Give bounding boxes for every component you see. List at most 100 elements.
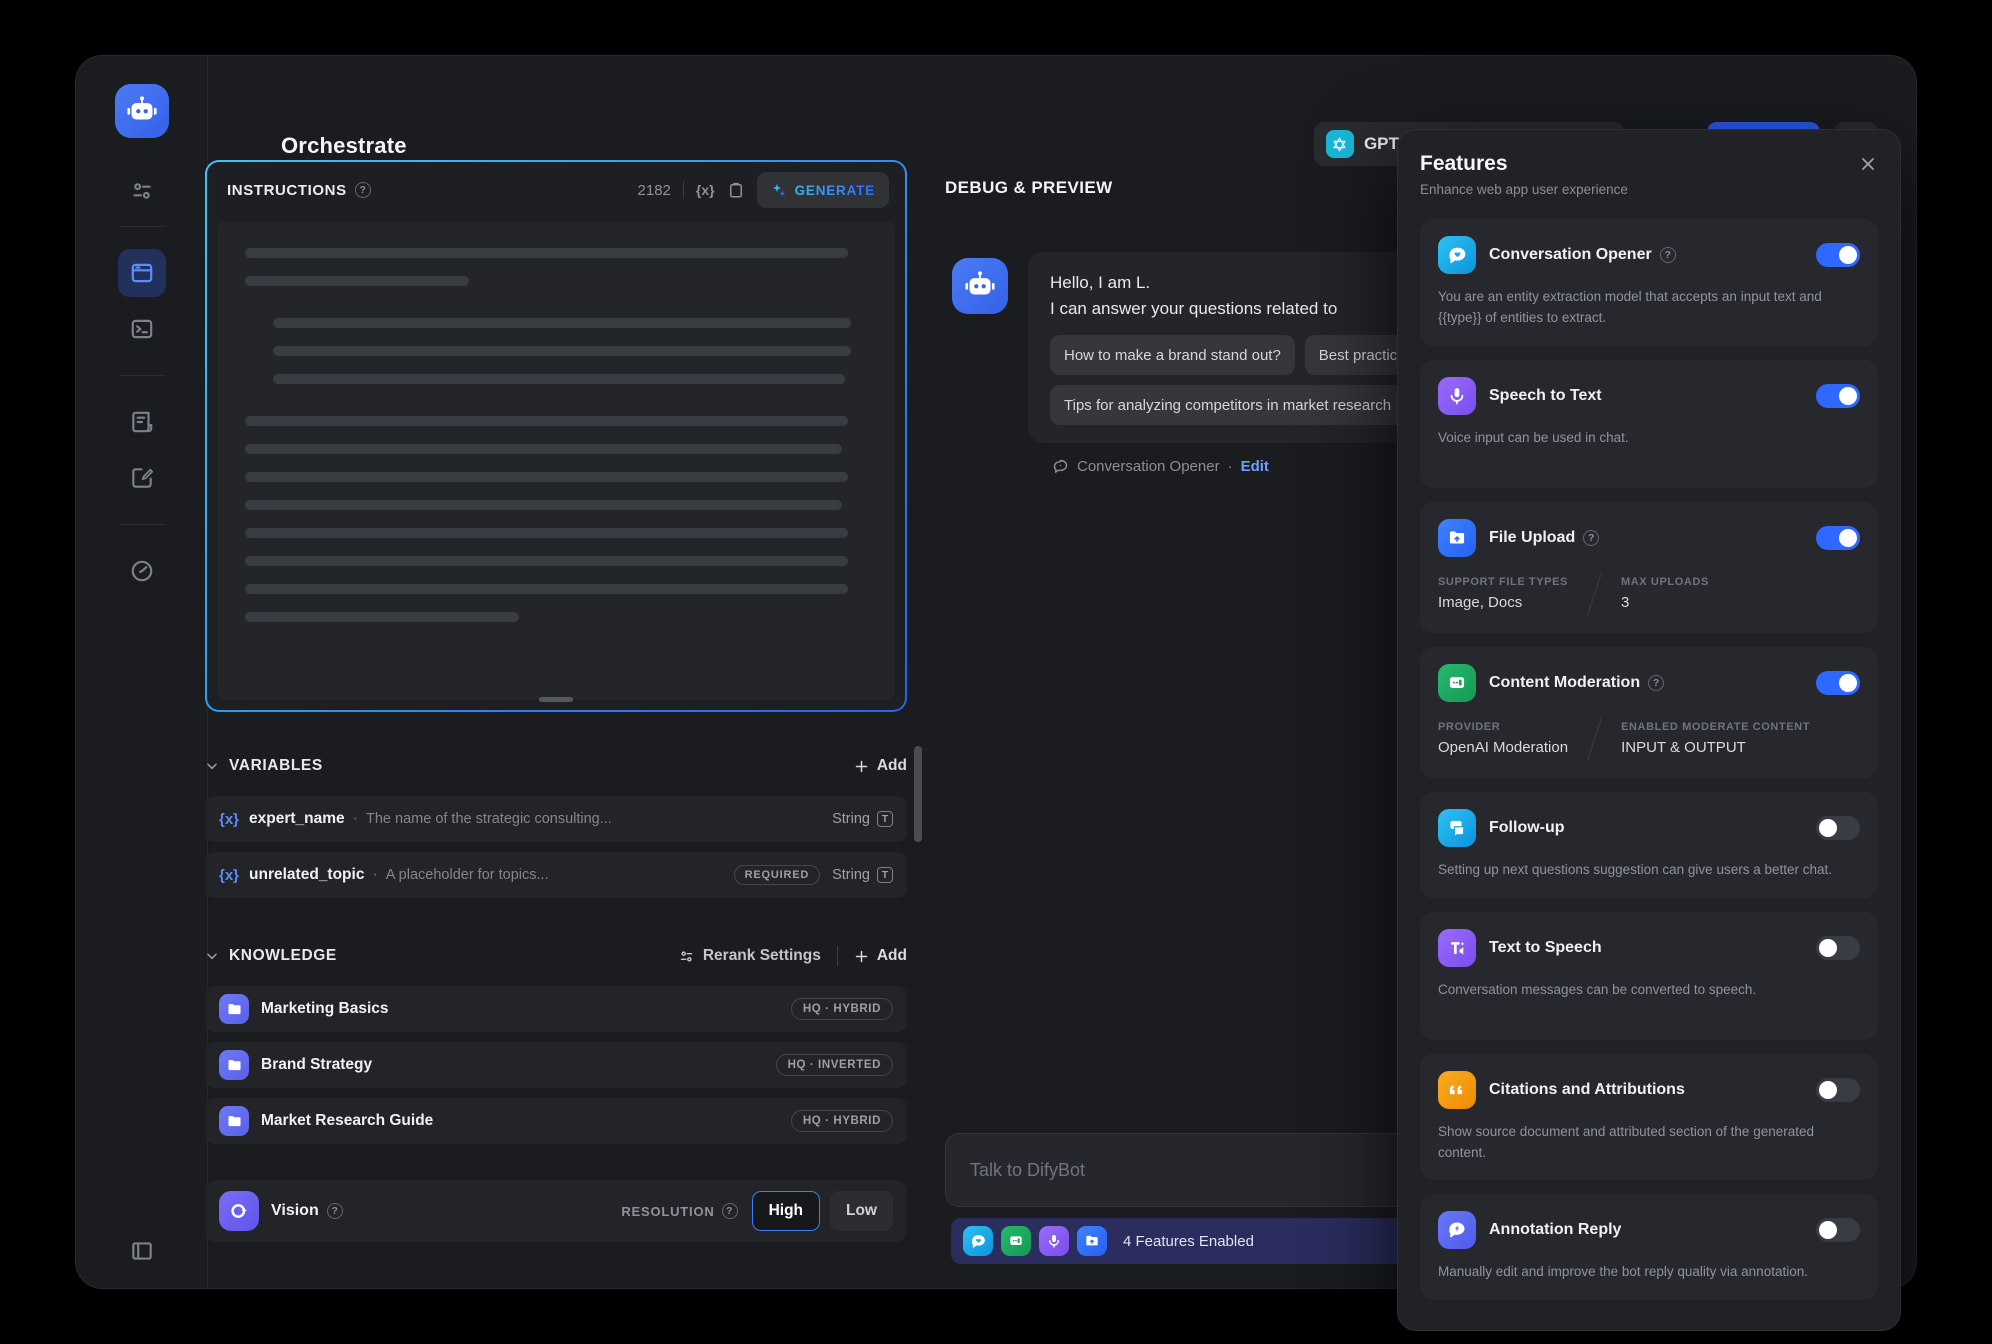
gauge-icon [129,558,155,584]
help-icon[interactable] [355,182,371,198]
instructions-skeleton-text [245,248,867,622]
sidebar-item-logs[interactable] [118,398,166,446]
rerank-settings-button[interactable]: Rerank Settings [678,947,821,965]
orchestrate-sliders-icon[interactable] [129,178,155,204]
variable-type: String T [832,811,893,827]
knowledge-name: Marketing Basics [261,1000,791,1018]
sidebar [76,56,208,1288]
feature-title: Text to Speech [1489,939,1602,957]
dot-separator: · [372,866,377,884]
text-to-speech-icon [1438,929,1476,967]
feature-description: You are an entity extraction model that … [1438,287,1860,329]
features-panel: Features Enhance web app user experience… [1398,130,1900,1330]
annotation-reply-toggle[interactable] [1816,1218,1860,1242]
plus-icon [854,949,869,964]
variable-row[interactable]: {x} unrelated_topic · A placeholder for … [205,852,907,898]
help-icon[interactable] [1660,247,1676,263]
chat-input-placeholder: Talk to DifyBot [970,1160,1085,1181]
app-logo-robot-icon[interactable] [115,84,169,138]
variable-icon: {x} [219,867,239,884]
file-upload-mini-icon [1077,1226,1107,1256]
field-divider [1587,573,1602,615]
follow-up-toggle[interactable] [1816,816,1860,840]
sidebar-divider [119,375,165,376]
variable-description: The name of the strategic consulting... [366,811,832,827]
page-title: Orchestrate [281,133,407,159]
text-to-speech-toggle[interactable] [1816,936,1860,960]
text-type-icon[interactable]: T [877,867,893,883]
moderation-provider-field: PROVIDER OpenAI Moderation [1438,721,1568,756]
knowledge-row[interactable]: Brand Strategy HQ · INVERTED [205,1042,907,1088]
features-title: Features [1420,152,1878,176]
variable-name: unrelated_topic [249,866,364,884]
orchestrate-config-column: INSTRUCTIONS 2182 {x} [205,160,907,1242]
knowledge-row[interactable]: Market Research Guide HQ · HYBRID [205,1098,907,1144]
close-icon[interactable] [1858,154,1878,174]
vision-icon [219,1191,259,1231]
resolution-low-button[interactable]: Low [830,1191,893,1231]
feature-title: Annotation Reply [1489,1221,1621,1239]
resolution-high-button[interactable]: High [752,1191,820,1231]
content-moderation-toggle[interactable] [1816,671,1860,695]
edit-opener-link[interactable]: Edit [1241,458,1269,475]
insert-variable-icon[interactable]: {x} [696,182,715,198]
sliders-icon [678,948,695,965]
sidebar-item-monitoring[interactable] [118,547,166,595]
required-badge: REQUIRED [734,865,820,885]
feature-description: Setting up next questions suggestion can… [1438,860,1860,881]
variables-title: VARIABLES [229,757,323,775]
plus-icon [854,759,869,774]
instructions-title: INSTRUCTIONS [227,182,347,199]
sidebar-item-annotations[interactable] [118,454,166,502]
suggested-question-chip[interactable]: How to make a brand stand out? [1050,335,1295,375]
moderation-content-field: ENABLED MODERATE CONTENT INPUT & OUTPUT [1621,721,1810,756]
chevron-down-icon[interactable] [205,759,219,773]
file-upload-icon [1438,519,1476,557]
generate-button[interactable]: GENERATE [757,172,889,208]
speech-to-text-toggle[interactable] [1816,384,1860,408]
conversation-opener-toggle[interactable] [1816,243,1860,267]
conversation-opener-mini-icon [963,1226,993,1256]
feature-card-conversation-opener: Conversation Opener You are an entity ex… [1420,219,1878,346]
scrollbar-thumb[interactable] [914,746,922,842]
help-icon[interactable] [722,1203,738,1219]
knowledge-row[interactable]: Marketing Basics HQ · HYBRID [205,986,907,1032]
copy-clipboard-icon[interactable] [727,181,745,199]
instructions-editor[interactable] [217,222,895,700]
generate-label: GENERATE [795,183,875,198]
variable-name: expert_name [249,810,345,828]
collapse-panel-icon [129,1238,155,1264]
feature-description: Conversation messages can be converted t… [1438,980,1860,1001]
sidebar-item-terminal[interactable] [118,305,166,353]
sidebar-item-app-builder[interactable] [118,249,166,297]
feature-description: Show source document and attributed sect… [1438,1122,1860,1164]
robot-icon [125,94,159,128]
help-icon[interactable] [1583,530,1599,546]
bot-avatar [952,258,1008,314]
folder-icon [219,1106,249,1136]
divider [837,946,838,966]
chevron-down-icon[interactable] [205,949,219,963]
help-icon[interactable] [327,1203,343,1219]
sidebar-divider [119,226,165,227]
feature-title: Conversation Opener [1489,246,1652,264]
variable-row[interactable]: {x} expert_name · The name of the strate… [205,796,907,842]
instructions-header: INSTRUCTIONS 2182 {x} [207,162,905,218]
log-document-icon [129,409,155,435]
sidebar-collapse-button[interactable] [76,1238,207,1264]
divider [683,181,684,199]
help-icon[interactable] [1648,675,1664,691]
feature-title: Citations and Attributions [1489,1081,1685,1099]
add-knowledge-button[interactable]: Add [854,947,907,965]
add-variable-button[interactable]: Add [854,757,907,775]
vision-section: Vision RESOLUTION High Low [205,1180,907,1242]
citations-toggle[interactable] [1816,1078,1860,1102]
text-type-icon[interactable]: T [877,811,893,827]
file-upload-toggle[interactable] [1816,526,1860,550]
resize-drag-handle[interactable] [539,697,573,702]
vision-title: Vision [271,1202,319,1220]
feature-description: Voice input can be used in chat. [1438,428,1860,449]
max-uploads-field: MAX UPLOADS 3 [1621,576,1709,611]
suggested-question-chip[interactable]: Tips for analyzing competitors in market… [1050,385,1405,425]
variable-type: String T [832,867,893,883]
